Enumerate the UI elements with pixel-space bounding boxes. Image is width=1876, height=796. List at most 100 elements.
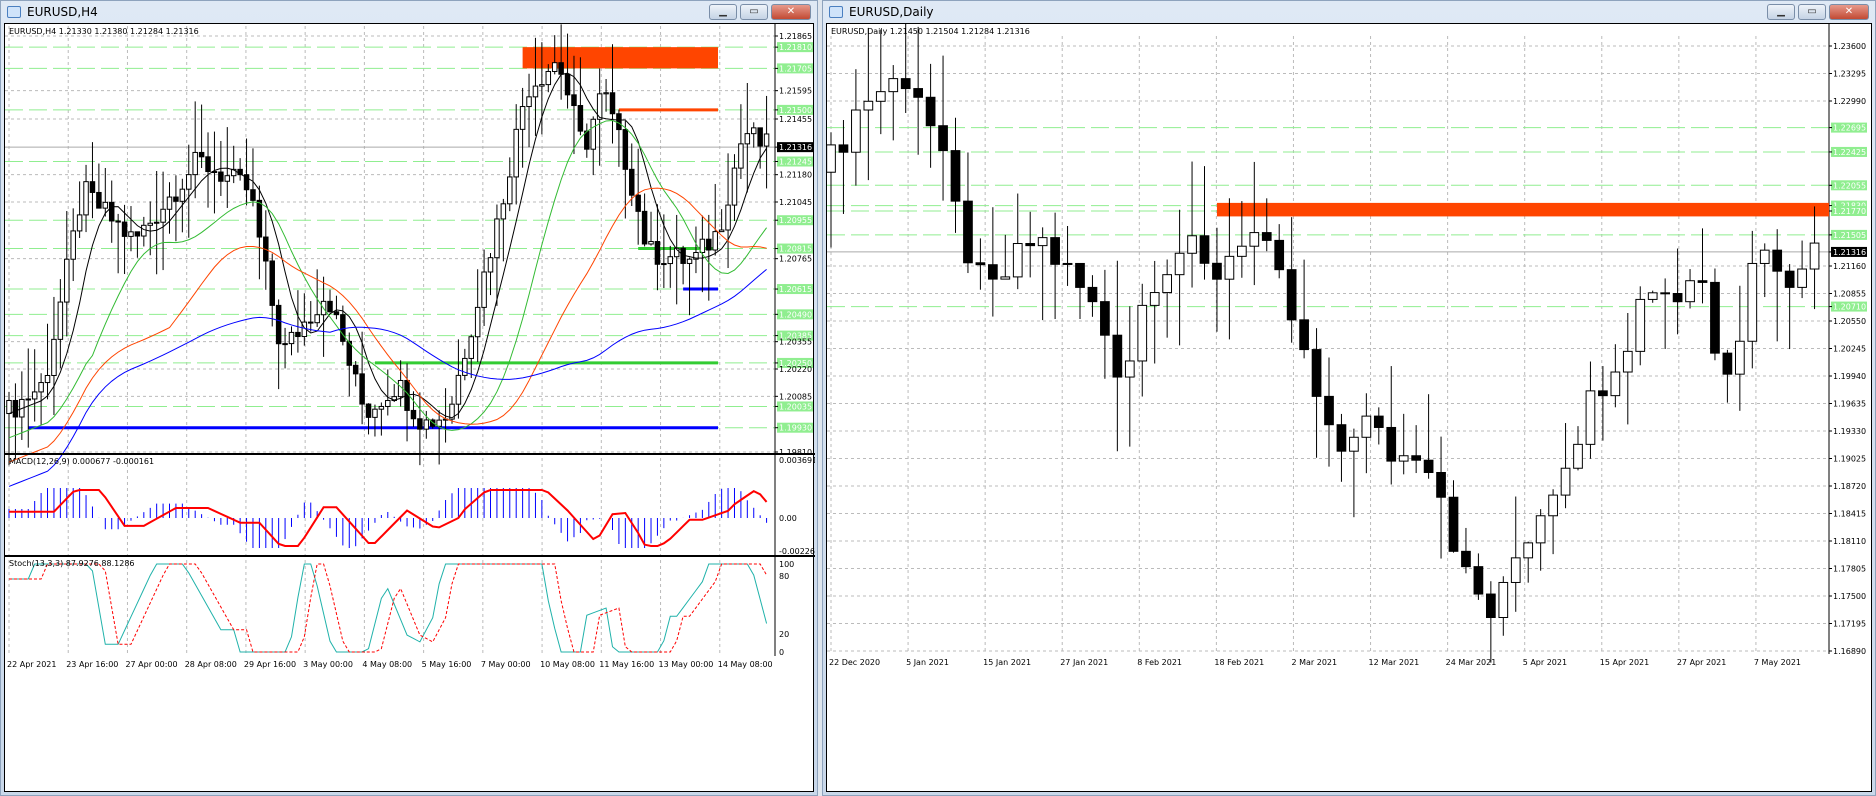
candle-body (1361, 415, 1372, 438)
time-label: 15 Jan 2021 (983, 658, 1031, 667)
candle-body (186, 174, 192, 190)
minimize-button[interactable]: ▁ (709, 4, 737, 20)
price-label: 1.18110 (1833, 537, 1866, 546)
daily-chart-svg[interactable]: 22 Dec 2020 5 Jan 2021 15 Jan 2021 27 Jan 2… (827, 24, 1873, 794)
candle-body (173, 196, 179, 202)
price-label: 1.17195 (1833, 620, 1866, 629)
title-bar: EURUSD,Daily (823, 1, 1875, 23)
candle-body (1473, 566, 1484, 595)
price-label: 1.21595 (779, 87, 812, 96)
moving-average-line (8, 72, 768, 419)
chart-window-icon (829, 6, 843, 18)
macd-tick: -0.002261 (779, 547, 815, 556)
candle-body (295, 331, 301, 338)
candle-body (1261, 232, 1272, 241)
candle-body (888, 78, 899, 93)
candle-body (1299, 319, 1309, 351)
price-label: 1.21810 (779, 43, 812, 52)
candle-body (57, 301, 64, 340)
candle-body (1622, 350, 1633, 373)
candle-body (1448, 496, 1459, 552)
candle-body (1685, 280, 1695, 303)
candle-body (1523, 542, 1534, 559)
candle-body (205, 156, 211, 173)
price-label: 1.21160 (1833, 262, 1866, 271)
price-label: 1.20815 (779, 245, 812, 254)
candle-body (1672, 293, 1683, 303)
macd-tick: 0.00 (779, 514, 797, 523)
window-title: EURUSD,H4 (27, 5, 98, 19)
macd-tick: 0.003691 (779, 456, 815, 465)
time-label: 5 Apr 2021 (1523, 658, 1567, 667)
minimize-button[interactable]: ▁ (1767, 4, 1795, 20)
candle-body (179, 188, 186, 202)
stoch-main-line (9, 563, 768, 653)
candle-body (1759, 249, 1770, 264)
candle-body (147, 222, 153, 226)
candle-body (1423, 459, 1434, 473)
close-button[interactable]: ✕ (1829, 4, 1869, 20)
price-label: 1.18415 (1833, 510, 1866, 519)
candle-body (1037, 237, 1048, 247)
candle-body (141, 224, 147, 237)
candle-body (481, 271, 487, 308)
candle-body (590, 118, 596, 150)
candle-body (1336, 424, 1347, 452)
stoch-tick: 80 (779, 572, 789, 581)
time-label: 7 May 00:00 (481, 660, 531, 669)
candle-body (622, 129, 629, 170)
stoch-signal-line (9, 563, 768, 653)
candle-body (269, 260, 275, 306)
price-label: 1.17500 (1833, 592, 1866, 601)
chart-area[interactable]: 22 Dec 2020 5 Jan 2021 15 Jan 2021 27 Jan 2… (826, 23, 1872, 792)
candle-body (352, 364, 359, 375)
candle-body (359, 373, 365, 405)
price-label: 1.22055 (1833, 181, 1866, 190)
candle-body (115, 220, 121, 223)
candle-body (1075, 262, 1085, 288)
candle-body (121, 221, 128, 237)
candle-body (875, 91, 886, 102)
candle-body (192, 151, 198, 176)
candle-body (134, 231, 141, 237)
resistance-zone (522, 47, 718, 69)
price-label: 1.16890 (1833, 647, 1866, 656)
time-label: 12 Mar 2021 (1369, 658, 1420, 667)
time-label: 10 May 08:00 (540, 660, 595, 669)
candle-body (851, 109, 861, 153)
candle-body (1585, 390, 1596, 445)
price-label: 1.21505 (1833, 231, 1866, 240)
candle-body (629, 168, 635, 196)
candle-body (1124, 360, 1135, 378)
candle-body (564, 73, 571, 96)
candle-body (763, 133, 770, 147)
candle-body (1498, 581, 1509, 618)
candle-body (1224, 255, 1235, 280)
h4-chart-svg[interactable]: 22 Apr 2021 23 Apr 16:00 27 Apr 00:00 28 Ap… (5, 24, 815, 794)
candle-body (712, 231, 718, 251)
stoch-tick: 100 (779, 560, 794, 569)
candle-body (218, 171, 224, 182)
chart-area[interactable]: 22 Apr 2021 23 Apr 16:00 27 Apr 00:00 28 Ap… (4, 23, 815, 794)
price-label: 1.20855 (1833, 290, 1866, 299)
candle-body (474, 306, 481, 338)
time-label: 23 Apr 16:00 (66, 660, 118, 669)
candle-body (365, 403, 372, 418)
candle-body (1598, 390, 1608, 397)
candle-body (1461, 550, 1471, 568)
candle-body (500, 203, 507, 220)
close-button[interactable]: ✕ (771, 4, 811, 20)
candle-body (108, 201, 115, 222)
candle-body (327, 300, 333, 313)
candle-body (963, 200, 973, 264)
candle-body (551, 62, 558, 72)
candle-body (1373, 415, 1384, 428)
candle-body (1062, 262, 1073, 265)
time-label: 18 Feb 2021 (1214, 658, 1264, 667)
candle-body (1722, 352, 1733, 375)
maximize-button[interactable]: ▭ (1798, 4, 1826, 20)
maximize-button[interactable]: ▭ (740, 4, 768, 20)
candle-body (102, 201, 109, 209)
price-label: 1.18720 (1833, 482, 1866, 491)
time-label: 5 May 16:00 (422, 660, 472, 669)
